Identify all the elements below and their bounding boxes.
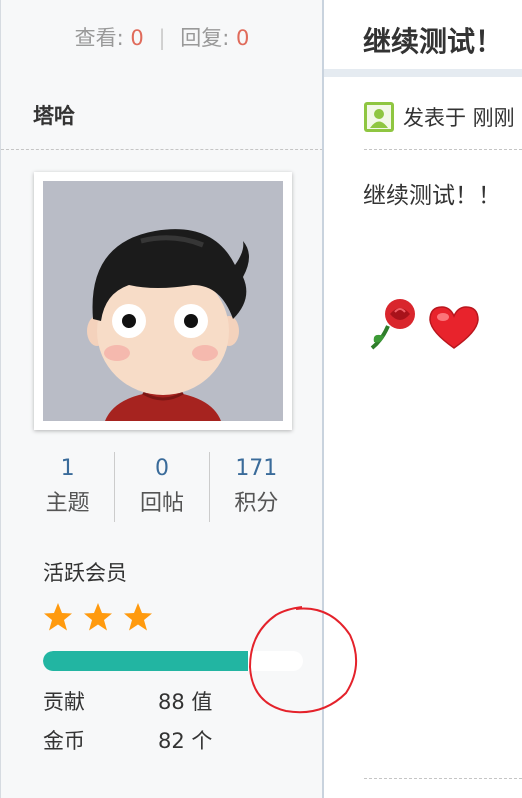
user-online-icon [364,102,394,132]
gold-label: 金币 [43,729,85,753]
stat-topics-value[interactable]: 1 [21,452,114,486]
stat-replies-value[interactable]: 0 [115,452,208,486]
star-icon [84,603,112,631]
post-meta: 发表于 刚刚 [363,101,515,133]
stat-topics[interactable]: 1 主题 [21,452,114,522]
stat-points[interactable]: 171 积分 [208,452,303,522]
author-username[interactable]: 塔哈 [33,100,75,130]
views-label: 查看: [74,26,124,50]
avatar[interactable] [34,172,292,430]
star-icon [44,603,72,631]
stat-points-label[interactable]: 积分 [210,486,303,522]
user-level[interactable]: 活跃会员 [43,557,127,587]
views-count: 0 [130,26,144,50]
stat-topics-label[interactable]: 主题 [21,486,114,522]
contribution-label: 贡献 [43,690,85,714]
post-title: 继续测试！ [363,25,504,58]
avatar-image [43,181,283,421]
contribution-row: 贡献 88 值 [43,686,212,716]
divider [364,778,522,779]
post-time: 发表于 刚刚 [403,106,515,130]
post-content: 继续测试！！ [363,183,501,209]
rose-icon [370,299,415,350]
stats-separator: | [158,26,166,50]
user-stats: 1 主题 0 回帖 171 积分 [21,452,303,522]
level-stars [43,602,153,632]
gold-row: 金币 82 个 [43,725,212,755]
heart-icon [429,306,479,349]
gold-value: 82 个 [158,729,213,753]
view-reply-stats: 查看: 0 | 回复: 0 [1,22,323,52]
replies-label: 回复: [180,26,230,50]
stat-points-value[interactable]: 171 [210,452,303,486]
stat-replies-label[interactable]: 回帖 [115,486,208,522]
divider [364,149,522,150]
replies-count: 0 [235,26,250,50]
star-icon [124,603,152,631]
contribution-value: 88 值 [158,690,213,714]
level-progress-fill [43,651,249,671]
divider [1,149,323,150]
annotation-circle [248,606,357,714]
title-underline [324,69,522,77]
stat-replies[interactable]: 0 回帖 [114,452,208,522]
